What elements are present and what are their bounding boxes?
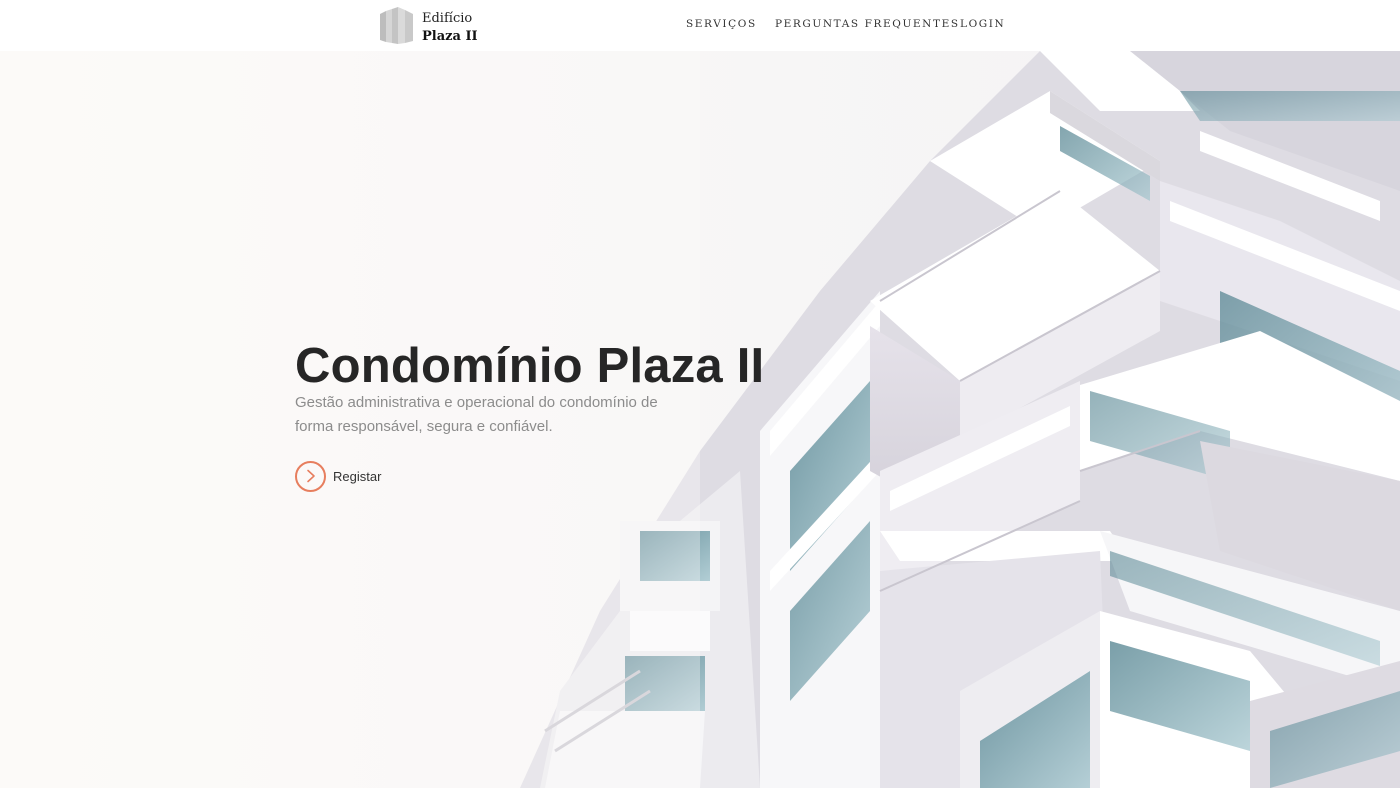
hero-building-image: [0, 51, 1400, 788]
building-logo-icon: [380, 7, 413, 44]
register-button-label: Registar: [333, 468, 382, 484]
register-button[interactable]: Registar: [295, 460, 381, 492]
brand-logo[interactable]: Edifício Plaza II: [378, 5, 488, 45]
brand-line1: Edifício: [422, 11, 473, 26]
hero-title: Condomínio Plaza II: [295, 339, 765, 393]
nav-link-perguntas-frequentes[interactable]: PERGUNTAS FREQUENTES: [775, 18, 960, 30]
chevron-right-icon: [295, 460, 326, 492]
site-header: Edifício Plaza II SERVIÇOS PERGUNTAS FRE…: [0, 0, 1400, 51]
hero-section: Condomínio Plaza II Gestão administrativ…: [0, 51, 1400, 788]
hero-subtitle: Gestão administrativa e operacional do c…: [295, 394, 658, 435]
brand-line2: Plaza II: [422, 29, 478, 44]
nav-link-login[interactable]: LOGIN: [960, 18, 1005, 30]
nav-link-servicos[interactable]: SERVIÇOS: [686, 18, 757, 30]
